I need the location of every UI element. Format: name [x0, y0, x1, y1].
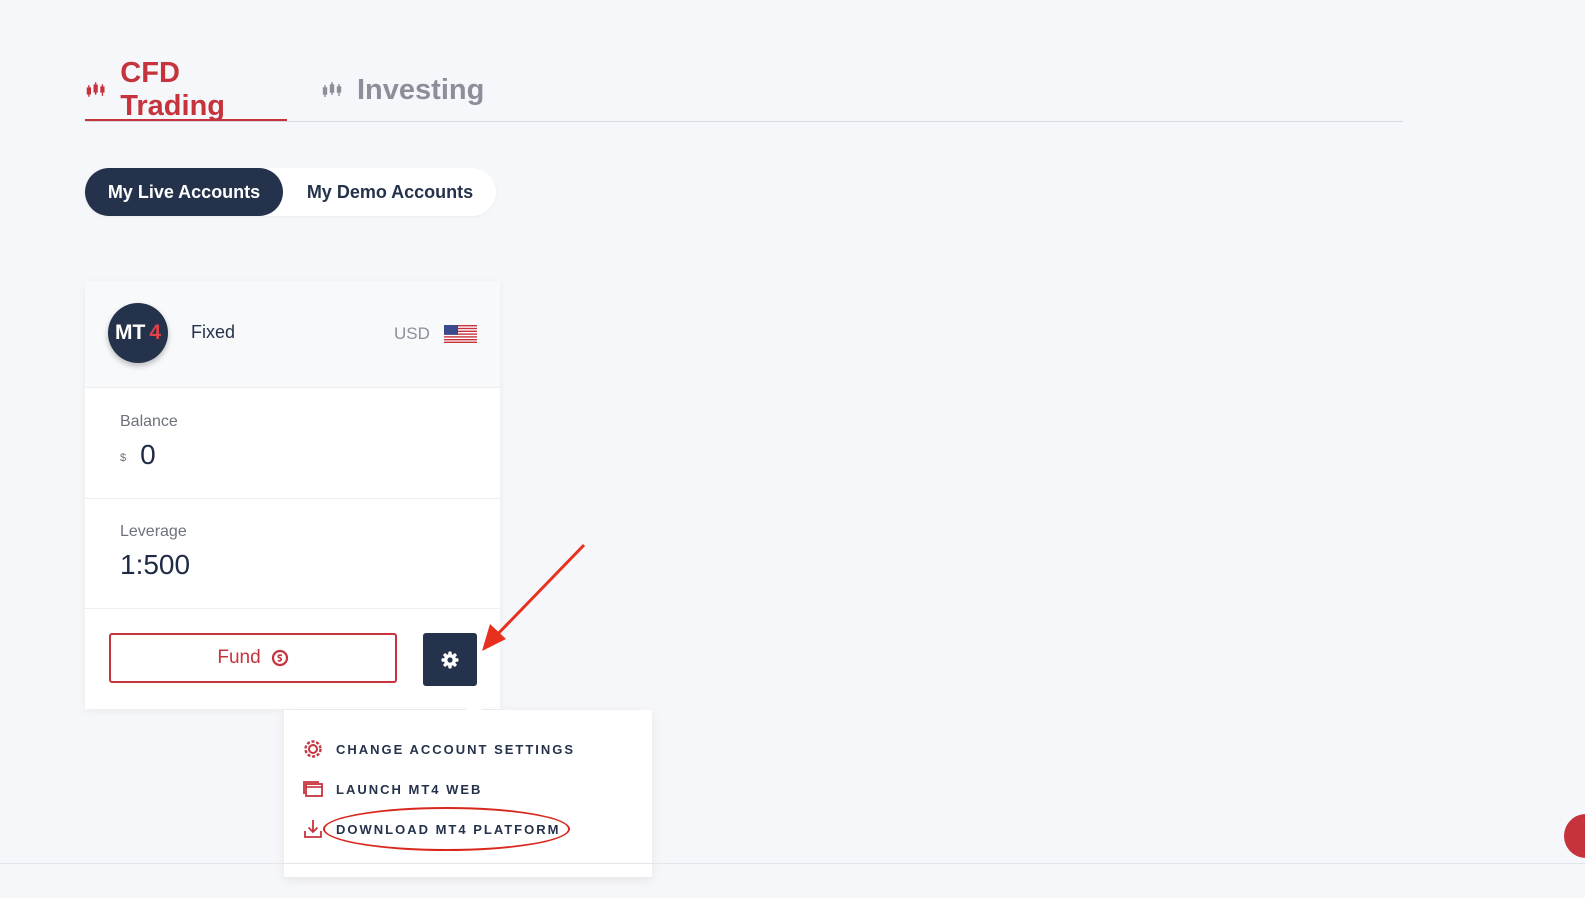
menu-item-label: CHANGE ACCOUNT SETTINGS: [336, 741, 576, 757]
menu-item-change-account-settings[interactable]: CHANGE ACCOUNT SETTINGS: [302, 736, 575, 762]
mt4-logo: MT 4: [108, 303, 168, 363]
currency-symbol: $: [120, 452, 127, 464]
tab-investing[interactable]: Investing: [321, 60, 484, 120]
balance-label: Balance: [120, 413, 178, 430]
coins-icon: [271, 649, 288, 667]
tab-label: CFD Trading: [120, 56, 226, 122]
tab-cfd-trading[interactable]: CFD Trading: [85, 56, 287, 122]
account-type-toggle: My Live Accounts My Demo Accounts: [85, 168, 496, 216]
window-icon: [303, 781, 323, 797]
account-settings-menu: CHANGE ACCOUNT SETTINGS LAUNCH MT4 WEB D…: [284, 702, 652, 877]
logo-number: 4: [149, 321, 161, 344]
balance-value: 0: [140, 439, 156, 470]
live-accounts-button[interactable]: My Live Accounts: [85, 168, 283, 216]
account-settings-button[interactable]: [423, 633, 477, 686]
us-flag-icon: [444, 325, 477, 343]
account-card: MT 4 Fixed USD Balance $0 Leverage 1:500 …: [85, 281, 500, 709]
footer-divider: [0, 863, 1585, 864]
tab-label: Investing: [357, 73, 485, 106]
menu-item-launch-mt4-web[interactable]: LAUNCH MT4 WEB: [302, 776, 482, 802]
demo-accounts-button[interactable]: My Demo Accounts: [285, 168, 495, 216]
balance-value-row: $0: [120, 439, 156, 471]
leverage-value: 1:500: [120, 549, 191, 580]
candlestick-icon: [86, 81, 105, 97]
account-currency: USD: [394, 324, 430, 343]
account-card-header: MT 4 Fixed USD: [85, 281, 500, 388]
menu-item-label: DOWNLOAD MT4 PLATFORM: [336, 821, 561, 837]
leverage-label: Leverage: [120, 523, 187, 540]
download-icon: [304, 820, 322, 838]
settings-icon: [304, 740, 322, 758]
menu-item-label: LAUNCH MT4 WEB: [336, 781, 483, 797]
fund-button[interactable]: Fund: [109, 633, 397, 683]
product-tabs: CFD Trading Investing: [85, 52, 1403, 122]
fund-label: Fund: [217, 647, 261, 668]
gear-icon: [441, 651, 459, 668]
chat-widget-button[interactable]: [1564, 814, 1585, 858]
balance-section: Balance $0: [85, 389, 500, 499]
leverage-section: Leverage 1:500: [85, 499, 500, 609]
logo-text: MT: [114, 321, 146, 344]
account-type: Fixed: [191, 322, 236, 342]
menu-item-download-mt4-platform[interactable]: DOWNLOAD MT4 PLATFORM: [302, 816, 560, 842]
candlestick-icon: [322, 82, 342, 97]
